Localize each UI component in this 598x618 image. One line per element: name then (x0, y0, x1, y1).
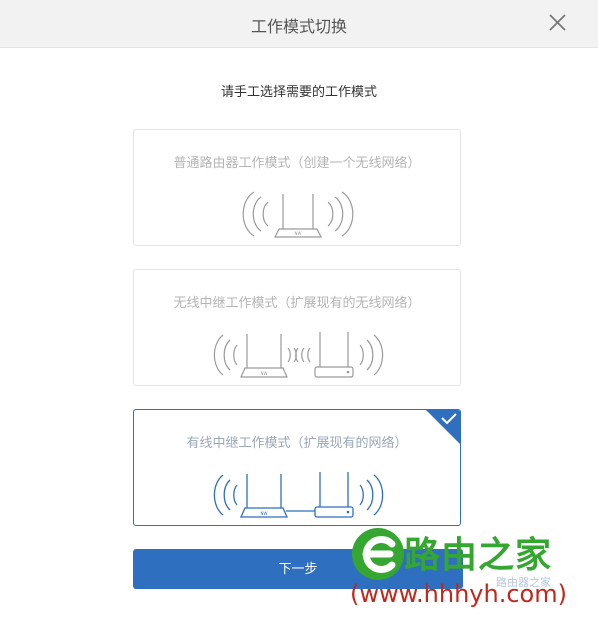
dialog-title: 工作模式切换 (250, 17, 347, 36)
wired-repeater-illustration: NW (213, 472, 384, 518)
mode-card-wired-repeater[interactable]: 有线中继工作模式（扩展现有的网络） NW (133, 409, 461, 526)
close-icon (549, 14, 566, 31)
site-watermark: 路由之家 路由器之家 (www.hhhyh.com) (346, 522, 598, 618)
e-logo-icon (352, 528, 404, 580)
watermark-url: (www.hhhyh.com) (350, 580, 567, 608)
svg-text:NW: NW (261, 511, 268, 516)
watermark-brand: 路由之家 (404, 535, 553, 576)
mode-card-wireless-repeater[interactable]: 无线中继工作模式（扩展现有的无线网络） NW (133, 269, 461, 386)
mode-card-router[interactable]: 普通路由器工作模式（创建一个无线网络） NW (133, 129, 461, 246)
router-icon: NW (242, 191, 354, 238)
wireless-repeater-illustration: NW (213, 332, 384, 378)
svg-text:NW: NW (261, 371, 268, 376)
close-button[interactable] (540, 6, 574, 40)
instruction-text: 请手工选择需要的工作模式 (220, 85, 377, 100)
svg-text:NW: NW (295, 231, 302, 236)
dialog-header: 工作模式切换 (0, 0, 598, 48)
checkmark-icon (426, 410, 460, 444)
